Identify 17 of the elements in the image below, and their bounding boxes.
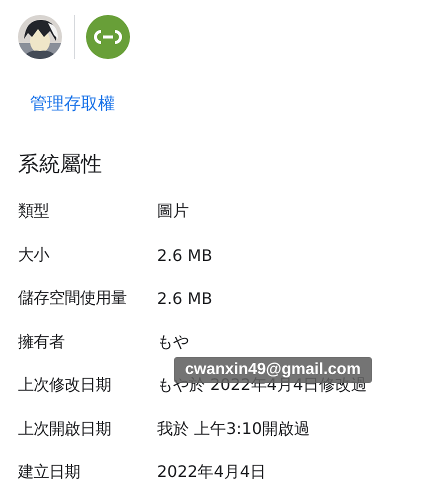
- property-value: 我於 上午3:10開啟過: [157, 418, 310, 440]
- property-label: 類型: [18, 201, 50, 222]
- section-title: 系統屬性: [18, 151, 103, 178]
- property-value: もや: [157, 332, 189, 353]
- property-label: 儲存空間使用量: [18, 288, 128, 310]
- link-icon[interactable]: [86, 15, 130, 59]
- property-label: 上次修改日期: [18, 375, 112, 396]
- property-label: 上次開啟日期: [18, 418, 112, 440]
- email-tooltip: cwanxin49@gmail.com: [174, 357, 372, 383]
- property-label: 大小: [18, 244, 50, 266]
- property-label: 建立日期: [18, 462, 81, 484]
- property-value: 2.6 MB: [157, 289, 212, 308]
- property-value: 2.6 MB: [157, 246, 212, 265]
- property-value: 圖片: [157, 201, 189, 222]
- manage-access-link[interactable]: 管理存取權: [30, 92, 115, 116]
- property-value: 2022年4月4日: [157, 462, 266, 484]
- property-label: 擁有者: [18, 332, 66, 353]
